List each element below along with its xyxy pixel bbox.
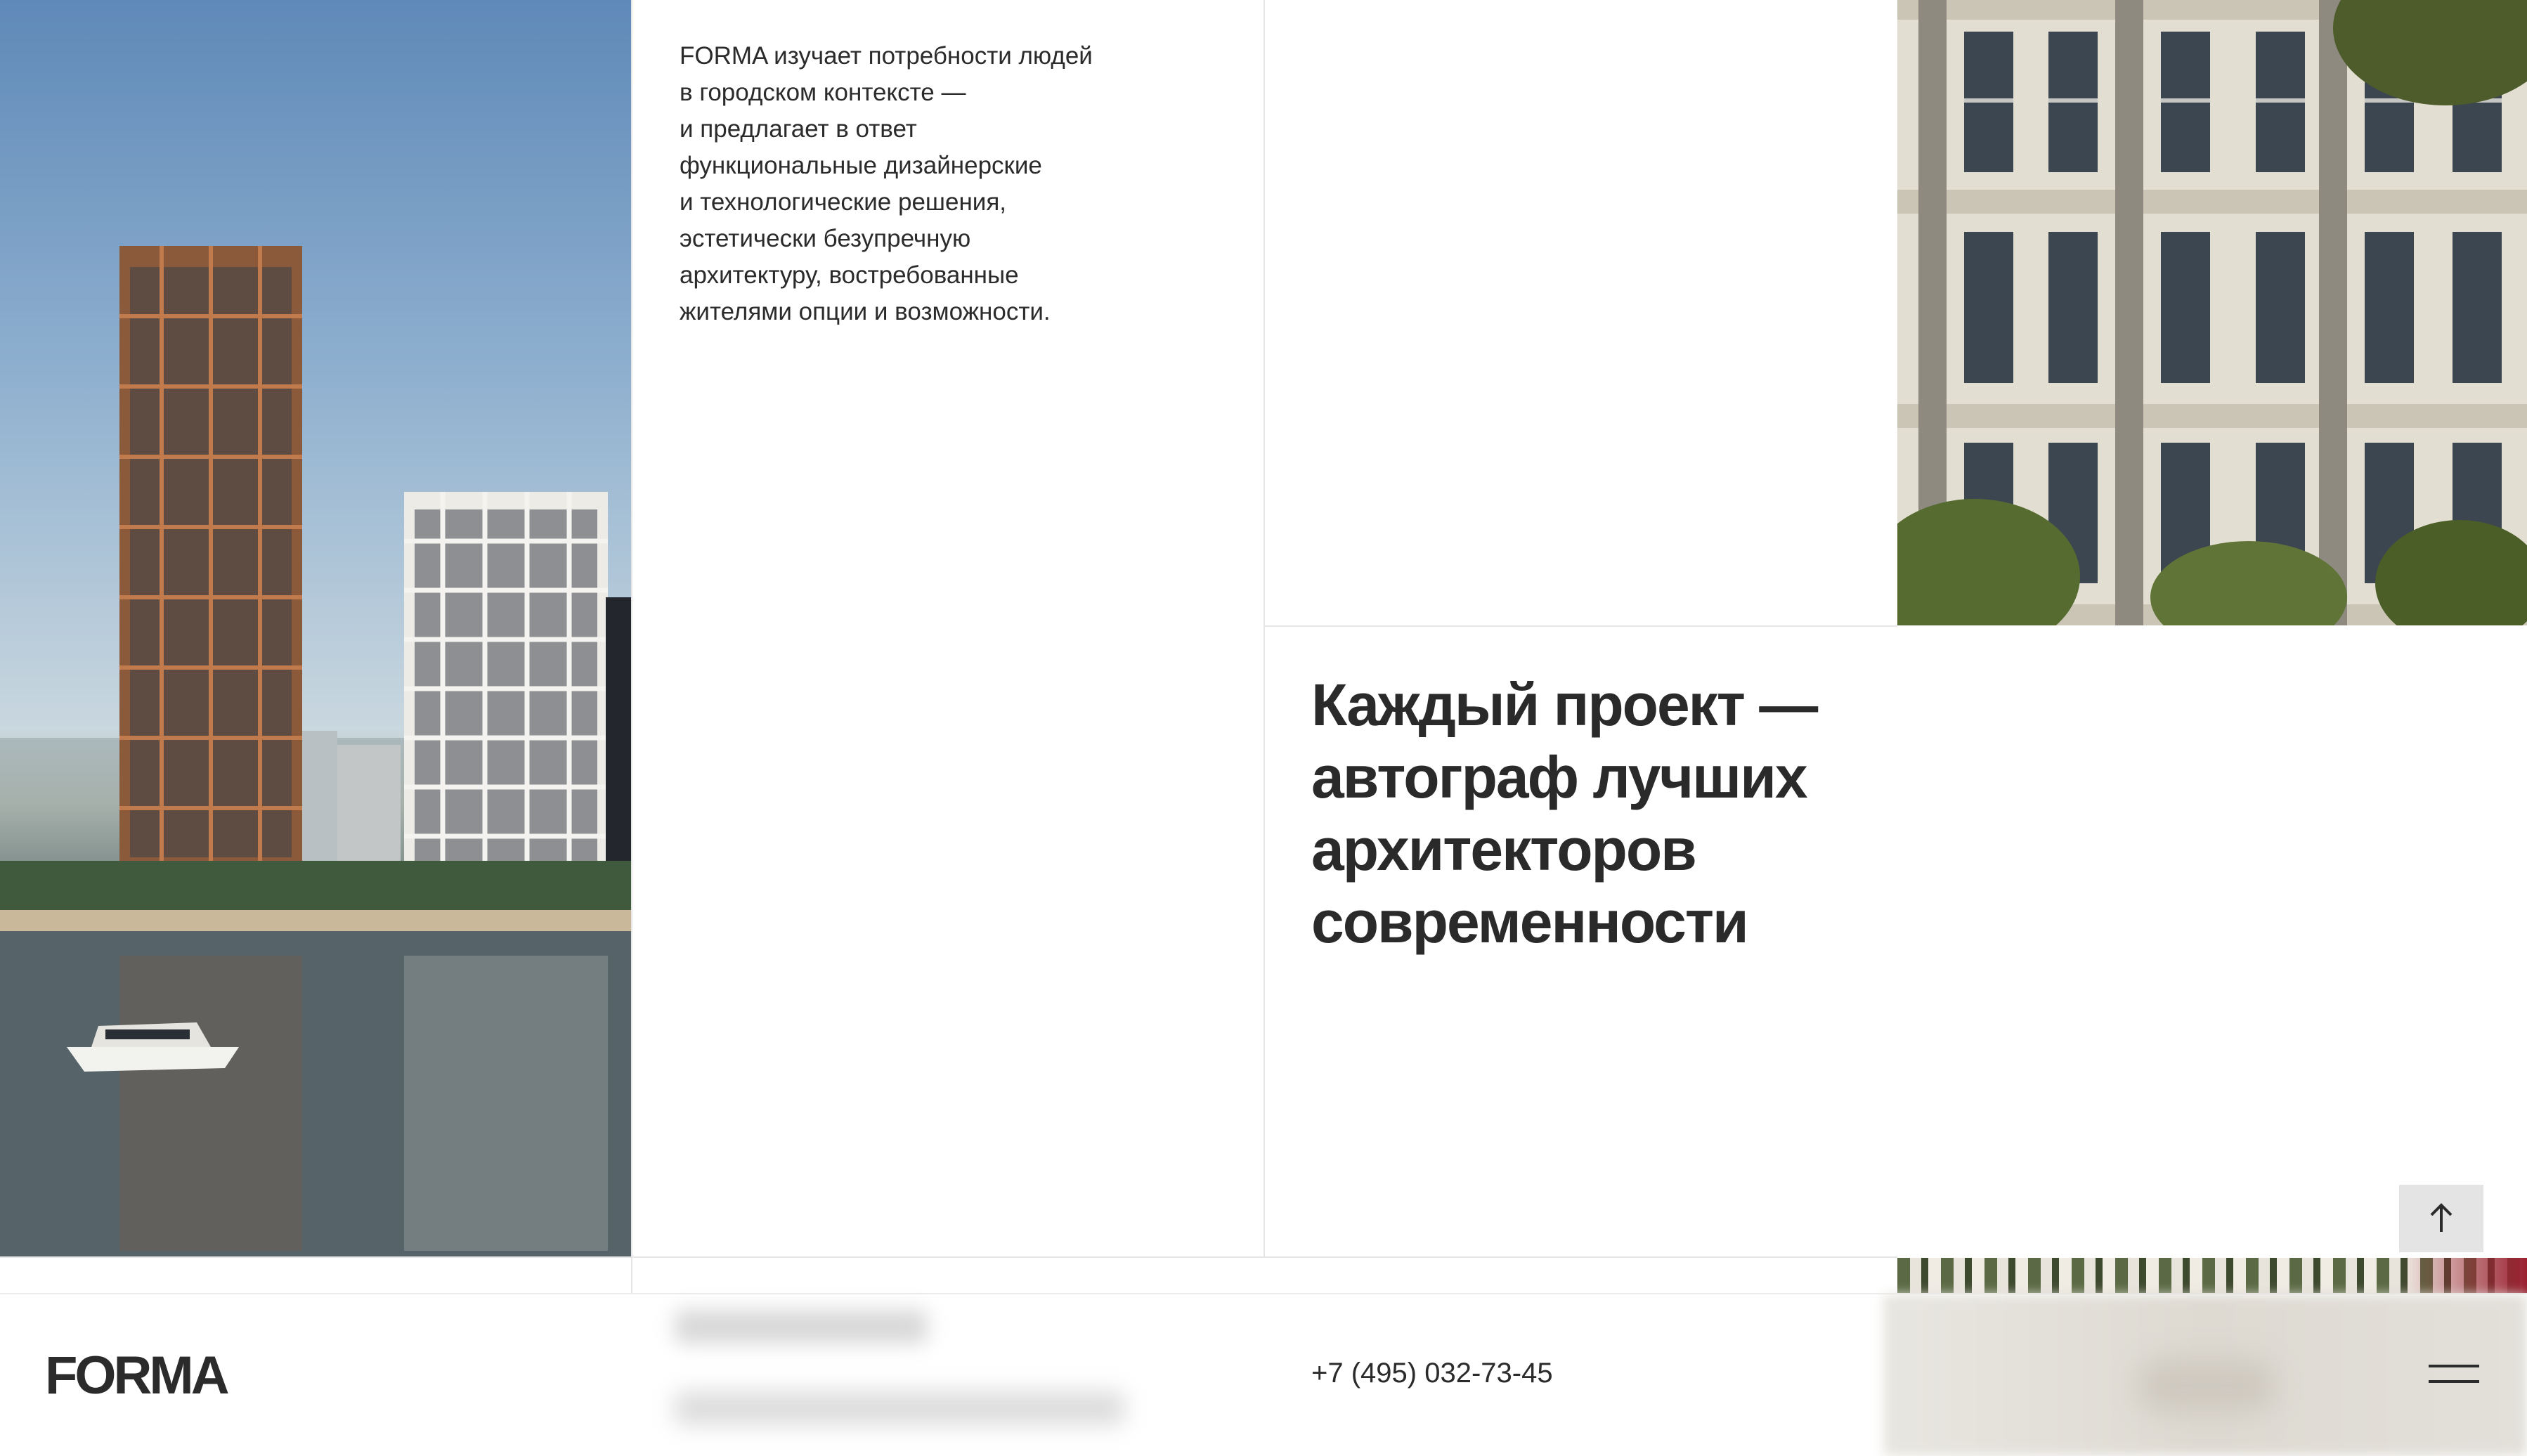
blurred-content	[675, 1310, 928, 1344]
hamburger-menu-icon	[2429, 1365, 2479, 1367]
forma-logo[interactable]: FORMA	[45, 1349, 230, 1403]
next-section-image-peek	[1897, 1258, 2527, 1293]
blurred-content	[675, 1391, 1124, 1425]
scroll-to-top-button[interactable]	[2399, 1185, 2483, 1252]
arrow-up-icon	[2427, 1201, 2455, 1237]
phone-link[interactable]: +7 (495) 032-73-45	[1311, 1359, 1553, 1387]
building-facade-image	[1897, 0, 2527, 625]
grid-divider	[1264, 625, 1897, 627]
section-headline: Каждый проект — автограф лучших архитект…	[1311, 672, 1818, 955]
hamburger-menu-icon	[2429, 1380, 2479, 1383]
intro-paragraph: FORMA изучает потребности людей в городс…	[680, 42, 1093, 325]
bottom-bar: FORMA +7 (495) 032-73-45	[0, 1293, 2527, 1456]
grid-divider	[1264, 0, 1265, 1258]
residential-towers-image	[0, 0, 631, 1256]
grid-divider	[631, 0, 632, 1293]
blurred-image	[2136, 1358, 2277, 1414]
menu-button[interactable]	[2429, 1365, 2482, 1390]
grid-divider	[0, 1256, 1897, 1258]
